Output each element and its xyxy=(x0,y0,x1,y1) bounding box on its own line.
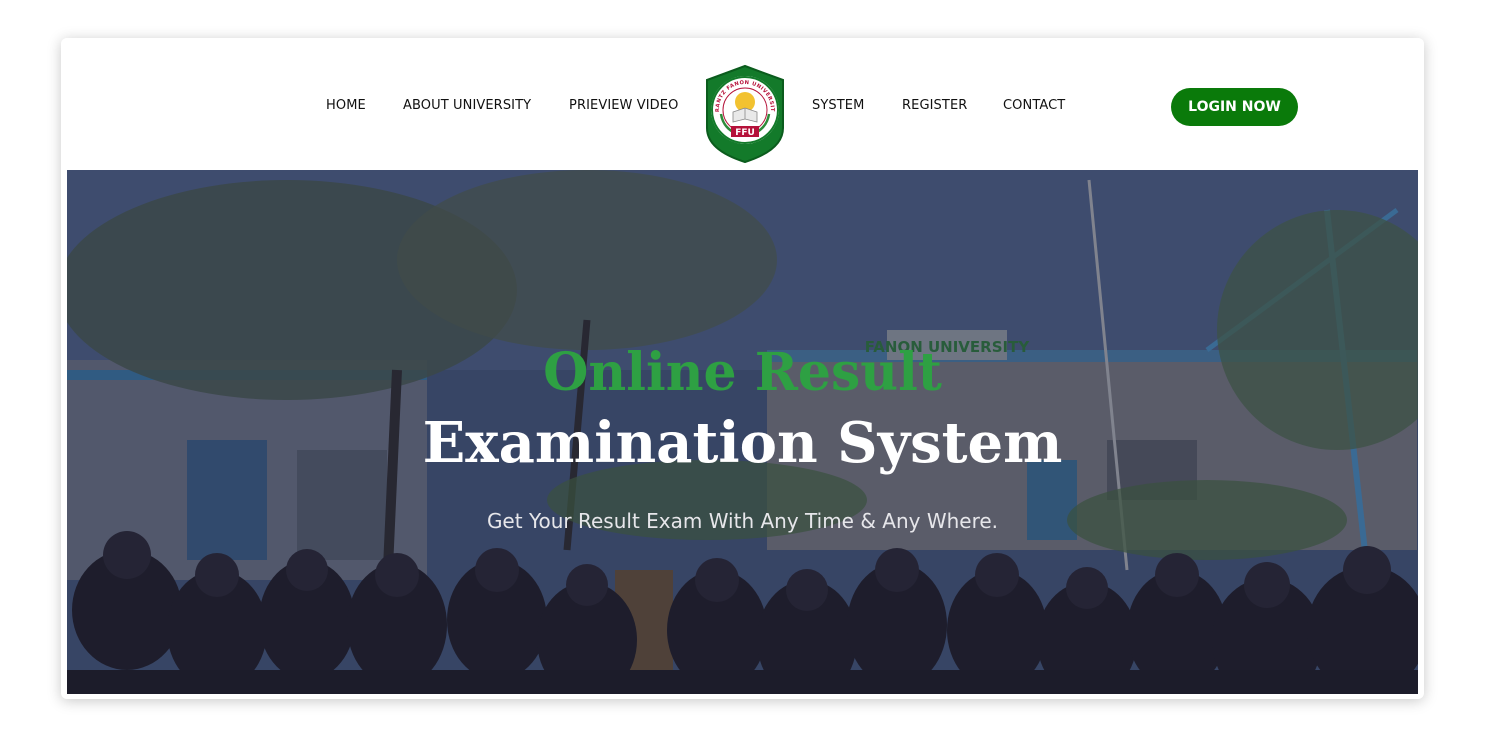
hero-title-line2: Examination System xyxy=(422,410,1063,476)
nav-contact[interactable]: CONTACT xyxy=(1003,98,1065,113)
hero-title-line1: Online Result xyxy=(543,342,942,403)
nav-home[interactable]: HOME xyxy=(326,98,366,113)
hero-subtitle: Get Your Result Exam With Any Time & Any… xyxy=(486,509,999,533)
nav-preview-video[interactable]: PRIEVIEW VIDEO xyxy=(569,98,678,113)
page-card: HOME ABOUT UNIVERSITY PRIEVIEW VIDEO FFU xyxy=(61,38,1424,699)
logo-emblem-icon: FFU FRANTZ FANON UNIVERSITY xyxy=(700,60,784,164)
nav-about-university[interactable]: ABOUT UNIVERSITY xyxy=(403,98,531,113)
hero-banner: FANON UNIVERSITY Online Result Examinati… xyxy=(67,170,1418,694)
navbar: HOME ABOUT UNIVERSITY PRIEVIEW VIDEO FFU xyxy=(61,38,1424,170)
nav-system[interactable]: SYSTEM xyxy=(812,98,864,113)
logo-badge-text: FFU xyxy=(735,128,755,138)
university-logo[interactable]: FFU FRANTZ FANON UNIVERSITY xyxy=(700,60,787,164)
login-now-button[interactable]: LOGIN NOW xyxy=(1171,88,1298,126)
nav-register[interactable]: REGISTER xyxy=(902,98,967,113)
